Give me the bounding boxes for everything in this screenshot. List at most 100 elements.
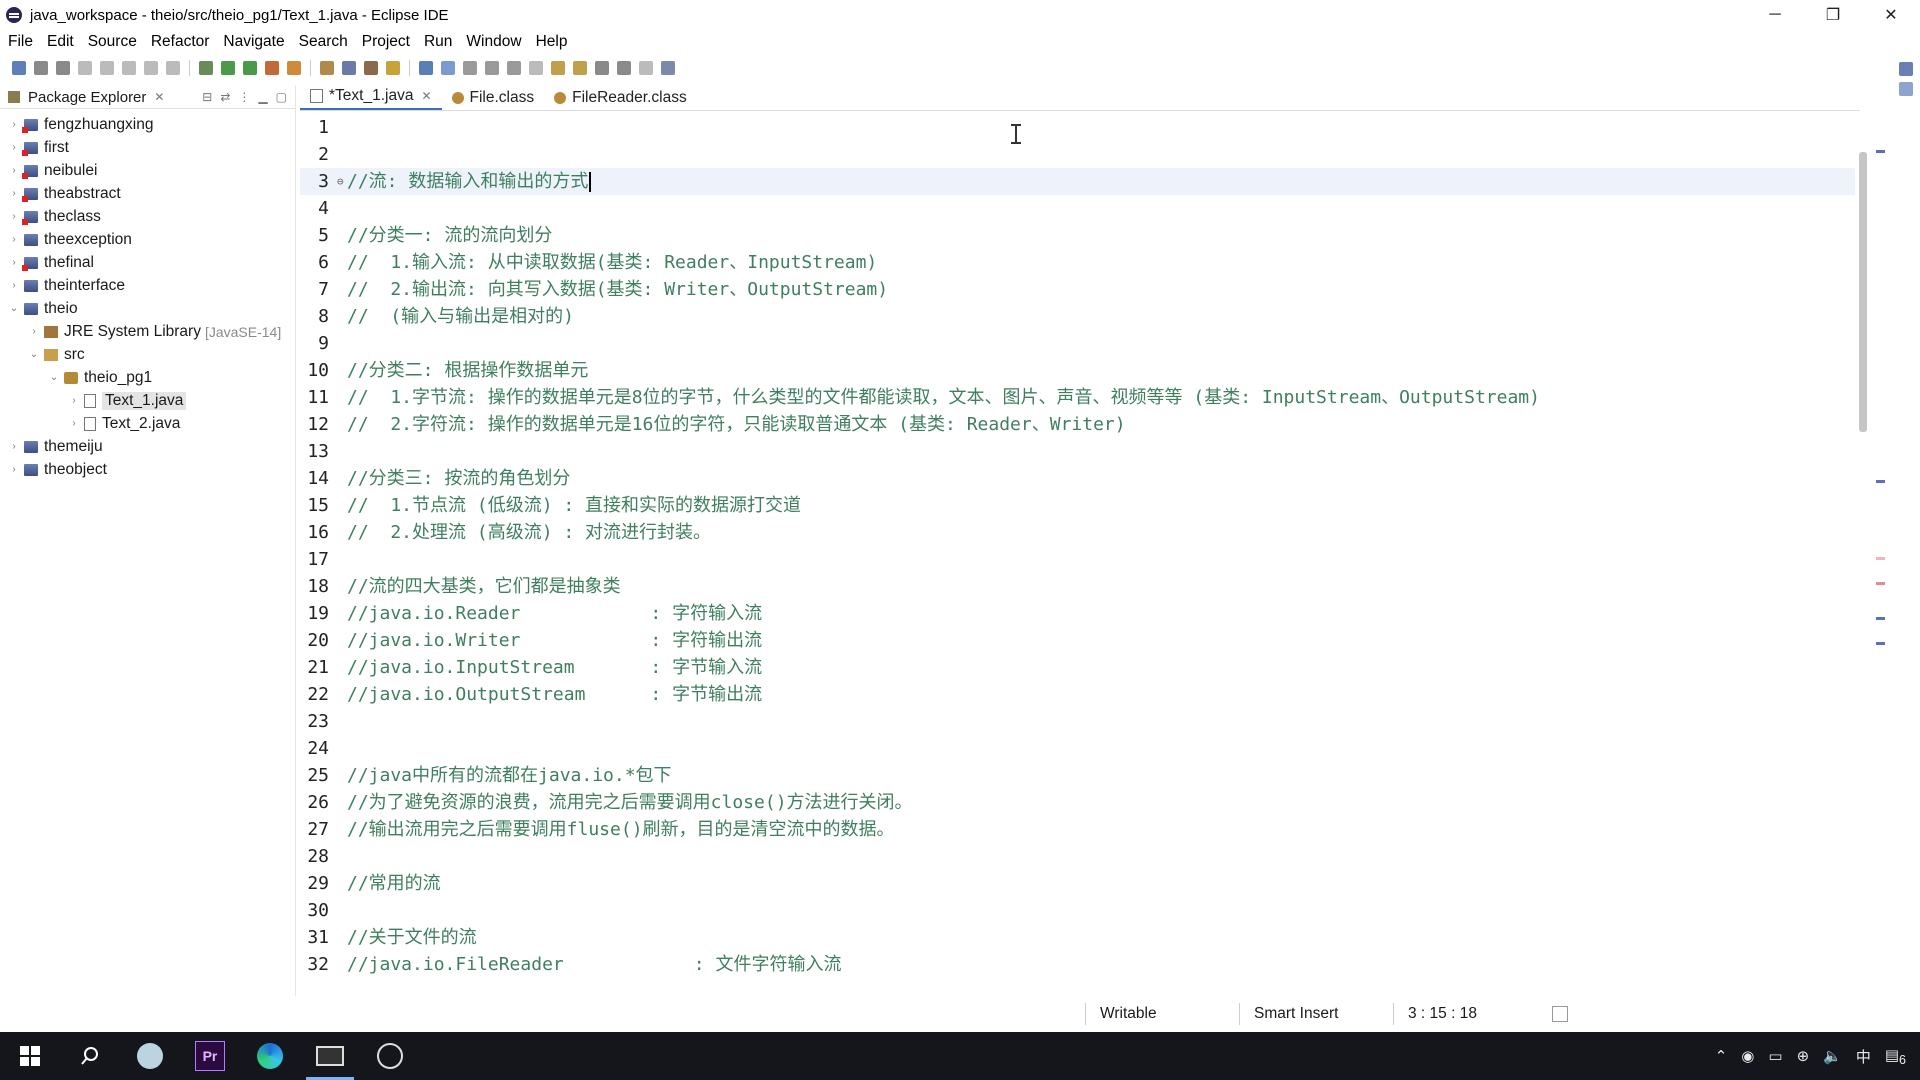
toolbar-button-icon[interactable] [485, 61, 499, 75]
overview-ruler[interactable] [1874, 112, 1888, 980]
tree-item[interactable]: › thefinal [0, 251, 295, 274]
ruler-marker[interactable] [1876, 480, 1885, 483]
toolbar-button-icon[interactable] [463, 61, 477, 75]
toolbar-button-icon[interactable] [320, 61, 334, 75]
ruler-marker[interactable] [1876, 557, 1885, 560]
code-editor[interactable]: 1 2 3 ⊖//流: 数据输入和输出的方式 4 5//分类一: 流的流向划分 6// 1.… [300, 114, 1855, 982]
toolbar-button-icon[interactable] [551, 61, 565, 75]
close-tab-icon[interactable]: ✕ [421, 89, 431, 103]
scrollbar-thumb[interactable] [1859, 152, 1867, 432]
taskbar-app-premiere[interactable]: Pr [180, 1032, 240, 1080]
collapsed-chevron-icon[interactable]: › [8, 257, 20, 268]
code-line[interactable]: 10 //分类二: 根据操作数据单元 [300, 357, 1855, 384]
toolbar-button-icon[interactable] [661, 61, 675, 75]
expanded-chevron-icon[interactable]: ⌄ [28, 349, 40, 360]
expanded-chevron-icon[interactable]: ⌄ [8, 303, 20, 314]
menu-window[interactable]: Window [459, 33, 528, 51]
code-line[interactable]: 21 //java.io.InputStream : 字节输入流 [300, 654, 1855, 681]
status-cursor-position[interactable]: 3 : 15 : 18 [1394, 1005, 1542, 1023]
collapsed-chevron-icon[interactable]: › [28, 326, 40, 337]
toolbar-button-icon[interactable] [100, 61, 114, 75]
toolbar-button-icon[interactable] [617, 61, 631, 75]
toolbar-button-icon[interactable] [166, 61, 180, 75]
tree-item[interactable]: › Text_1.java [0, 389, 295, 412]
toolbar-button-icon[interactable] [287, 61, 301, 75]
toolbar-button-icon[interactable] [221, 61, 235, 75]
code-line[interactable]: 5 //分类一: 流的流向划分 [300, 222, 1855, 249]
toolbar-button-icon[interactable] [144, 61, 158, 75]
code-line[interactable]: 23 [300, 708, 1855, 735]
collapsed-chevron-icon[interactable]: › [68, 395, 80, 406]
editor-tab[interactable]: *Text_1.java ✕ [300, 84, 442, 110]
toolbar-button-icon[interactable] [507, 61, 521, 75]
link-editor-icon[interactable]: ⇄ [220, 90, 230, 104]
code-line[interactable]: 12 // 2.字符流: 操作的数据单元是16位的字符，只能读取普通文本 (基类:… [300, 411, 1855, 438]
code-line[interactable]: 14 //分类三: 按流的角色划分 [300, 465, 1855, 492]
code-line[interactable]: 25 //java中所有的流都在java.io.*包下 [300, 762, 1855, 789]
menu-edit[interactable]: Edit [40, 33, 81, 51]
code-line[interactable]: 16 // 2.处理流 (高级流) : 对流进行封装。 [300, 519, 1855, 546]
taskbar-app-obs[interactable] [360, 1032, 420, 1080]
toolbar-button-icon[interactable] [386, 61, 400, 75]
code-line[interactable]: 13 [300, 438, 1855, 465]
status-trim-icon[interactable] [1552, 1006, 1568, 1022]
maximize-view-icon[interactable]: ▢ [276, 90, 287, 104]
toolbar-button-icon[interactable] [34, 61, 48, 75]
java-perspective-icon[interactable] [1899, 62, 1913, 76]
collapsed-chevron-icon[interactable]: › [8, 441, 20, 452]
editor-tab[interactable]: FileReader.class [544, 86, 697, 110]
code-line[interactable]: 29 //常用的流 [300, 870, 1855, 897]
code-line[interactable]: 32 //java.io.FileReader : 文件字符输入流 [300, 951, 1855, 978]
collapsed-chevron-icon[interactable]: › [68, 418, 80, 429]
minimize-button[interactable]: ─ [1746, 0, 1804, 30]
search-button[interactable] [60, 1032, 120, 1080]
toolbar-button-icon[interactable] [122, 61, 136, 75]
code-line[interactable]: 20 //java.io.Writer : 字符输出流 [300, 627, 1855, 654]
toolbar-button-icon[interactable] [12, 61, 26, 75]
code-line[interactable]: 9 [300, 330, 1855, 357]
toolbar-button-icon[interactable] [639, 61, 653, 75]
tree-item[interactable]: › neibulei [0, 159, 295, 182]
menu-source[interactable]: Source [81, 33, 144, 51]
editor-tab[interactable]: File.class [442, 86, 545, 110]
toolbar-button-icon[interactable] [199, 61, 213, 75]
code-line[interactable]: 22 //java.io.OutputStream : 字节输出流 [300, 681, 1855, 708]
tree-item[interactable]: › fengzhuangxing [0, 113, 295, 136]
tray-app-icon[interactable]: ◉ [1741, 1047, 1754, 1065]
code-line[interactable]: 24 [300, 735, 1855, 762]
notification-icon[interactable]: ▤6 [1885, 1046, 1906, 1067]
menu-help[interactable]: Help [529, 33, 575, 51]
expanded-chevron-icon[interactable]: ⌄ [48, 372, 60, 383]
ruler-marker[interactable] [1876, 150, 1885, 153]
tree-item[interactable]: ⌄ theio [0, 297, 295, 320]
volume-icon[interactable]: 🔈 [1823, 1047, 1842, 1065]
code-line[interactable]: 3 ⊖//流: 数据输入和输出的方式 [300, 168, 1855, 195]
tree-item[interactable]: › theobject [0, 458, 295, 481]
code-line[interactable]: 15 // 1.节点流 (低级流) : 直接和实际的数据源打交道 [300, 492, 1855, 519]
start-button[interactable] [0, 1032, 60, 1080]
code-line[interactable]: 17 [300, 546, 1855, 573]
code-line[interactable]: 2 [300, 141, 1855, 168]
collapsed-chevron-icon[interactable]: › [8, 119, 20, 130]
close-view-icon[interactable]: ✕ [154, 90, 164, 104]
code-line[interactable]: 11 // 1.字节流: 操作的数据单元是8位的字节，什么类型的文件都能读取，文本… [300, 384, 1855, 411]
ime-indicator[interactable]: 中 [1856, 1046, 1871, 1067]
taskbar-app-edge[interactable] [240, 1032, 300, 1080]
battery-icon[interactable]: ▭ [1768, 1047, 1782, 1065]
collapsed-chevron-icon[interactable]: › [8, 211, 20, 222]
toolbar-button-icon[interactable] [342, 61, 356, 75]
collapsed-chevron-icon[interactable]: › [8, 188, 20, 199]
code-line[interactable]: 4 [300, 195, 1855, 222]
code-line[interactable]: 19 //java.io.Reader : 字符输入流 [300, 600, 1855, 627]
code-line[interactable]: 27 //输出流用完之后需要调用fluse()刷新，目的是清空流中的数据。 [300, 816, 1855, 843]
tree-item[interactable]: ⌄ theio_pg1 [0, 366, 295, 389]
collapsed-chevron-icon[interactable]: › [8, 142, 20, 153]
toolbar-button-icon[interactable] [419, 61, 433, 75]
editor-vertical-scrollbar[interactable] [1858, 112, 1868, 980]
toolbar-button-icon[interactable] [78, 61, 92, 75]
menu-navigate[interactable]: Navigate [216, 33, 291, 51]
tree-item[interactable]: › theinterface [0, 274, 295, 297]
code-line[interactable]: 26 //为了避免资源的浪费，流用完之后需要调用close()方法进行关闭。 [300, 789, 1855, 816]
toolbar-button-icon[interactable] [595, 61, 609, 75]
fold-toggle-icon[interactable]: ⊖ [337, 168, 347, 195]
